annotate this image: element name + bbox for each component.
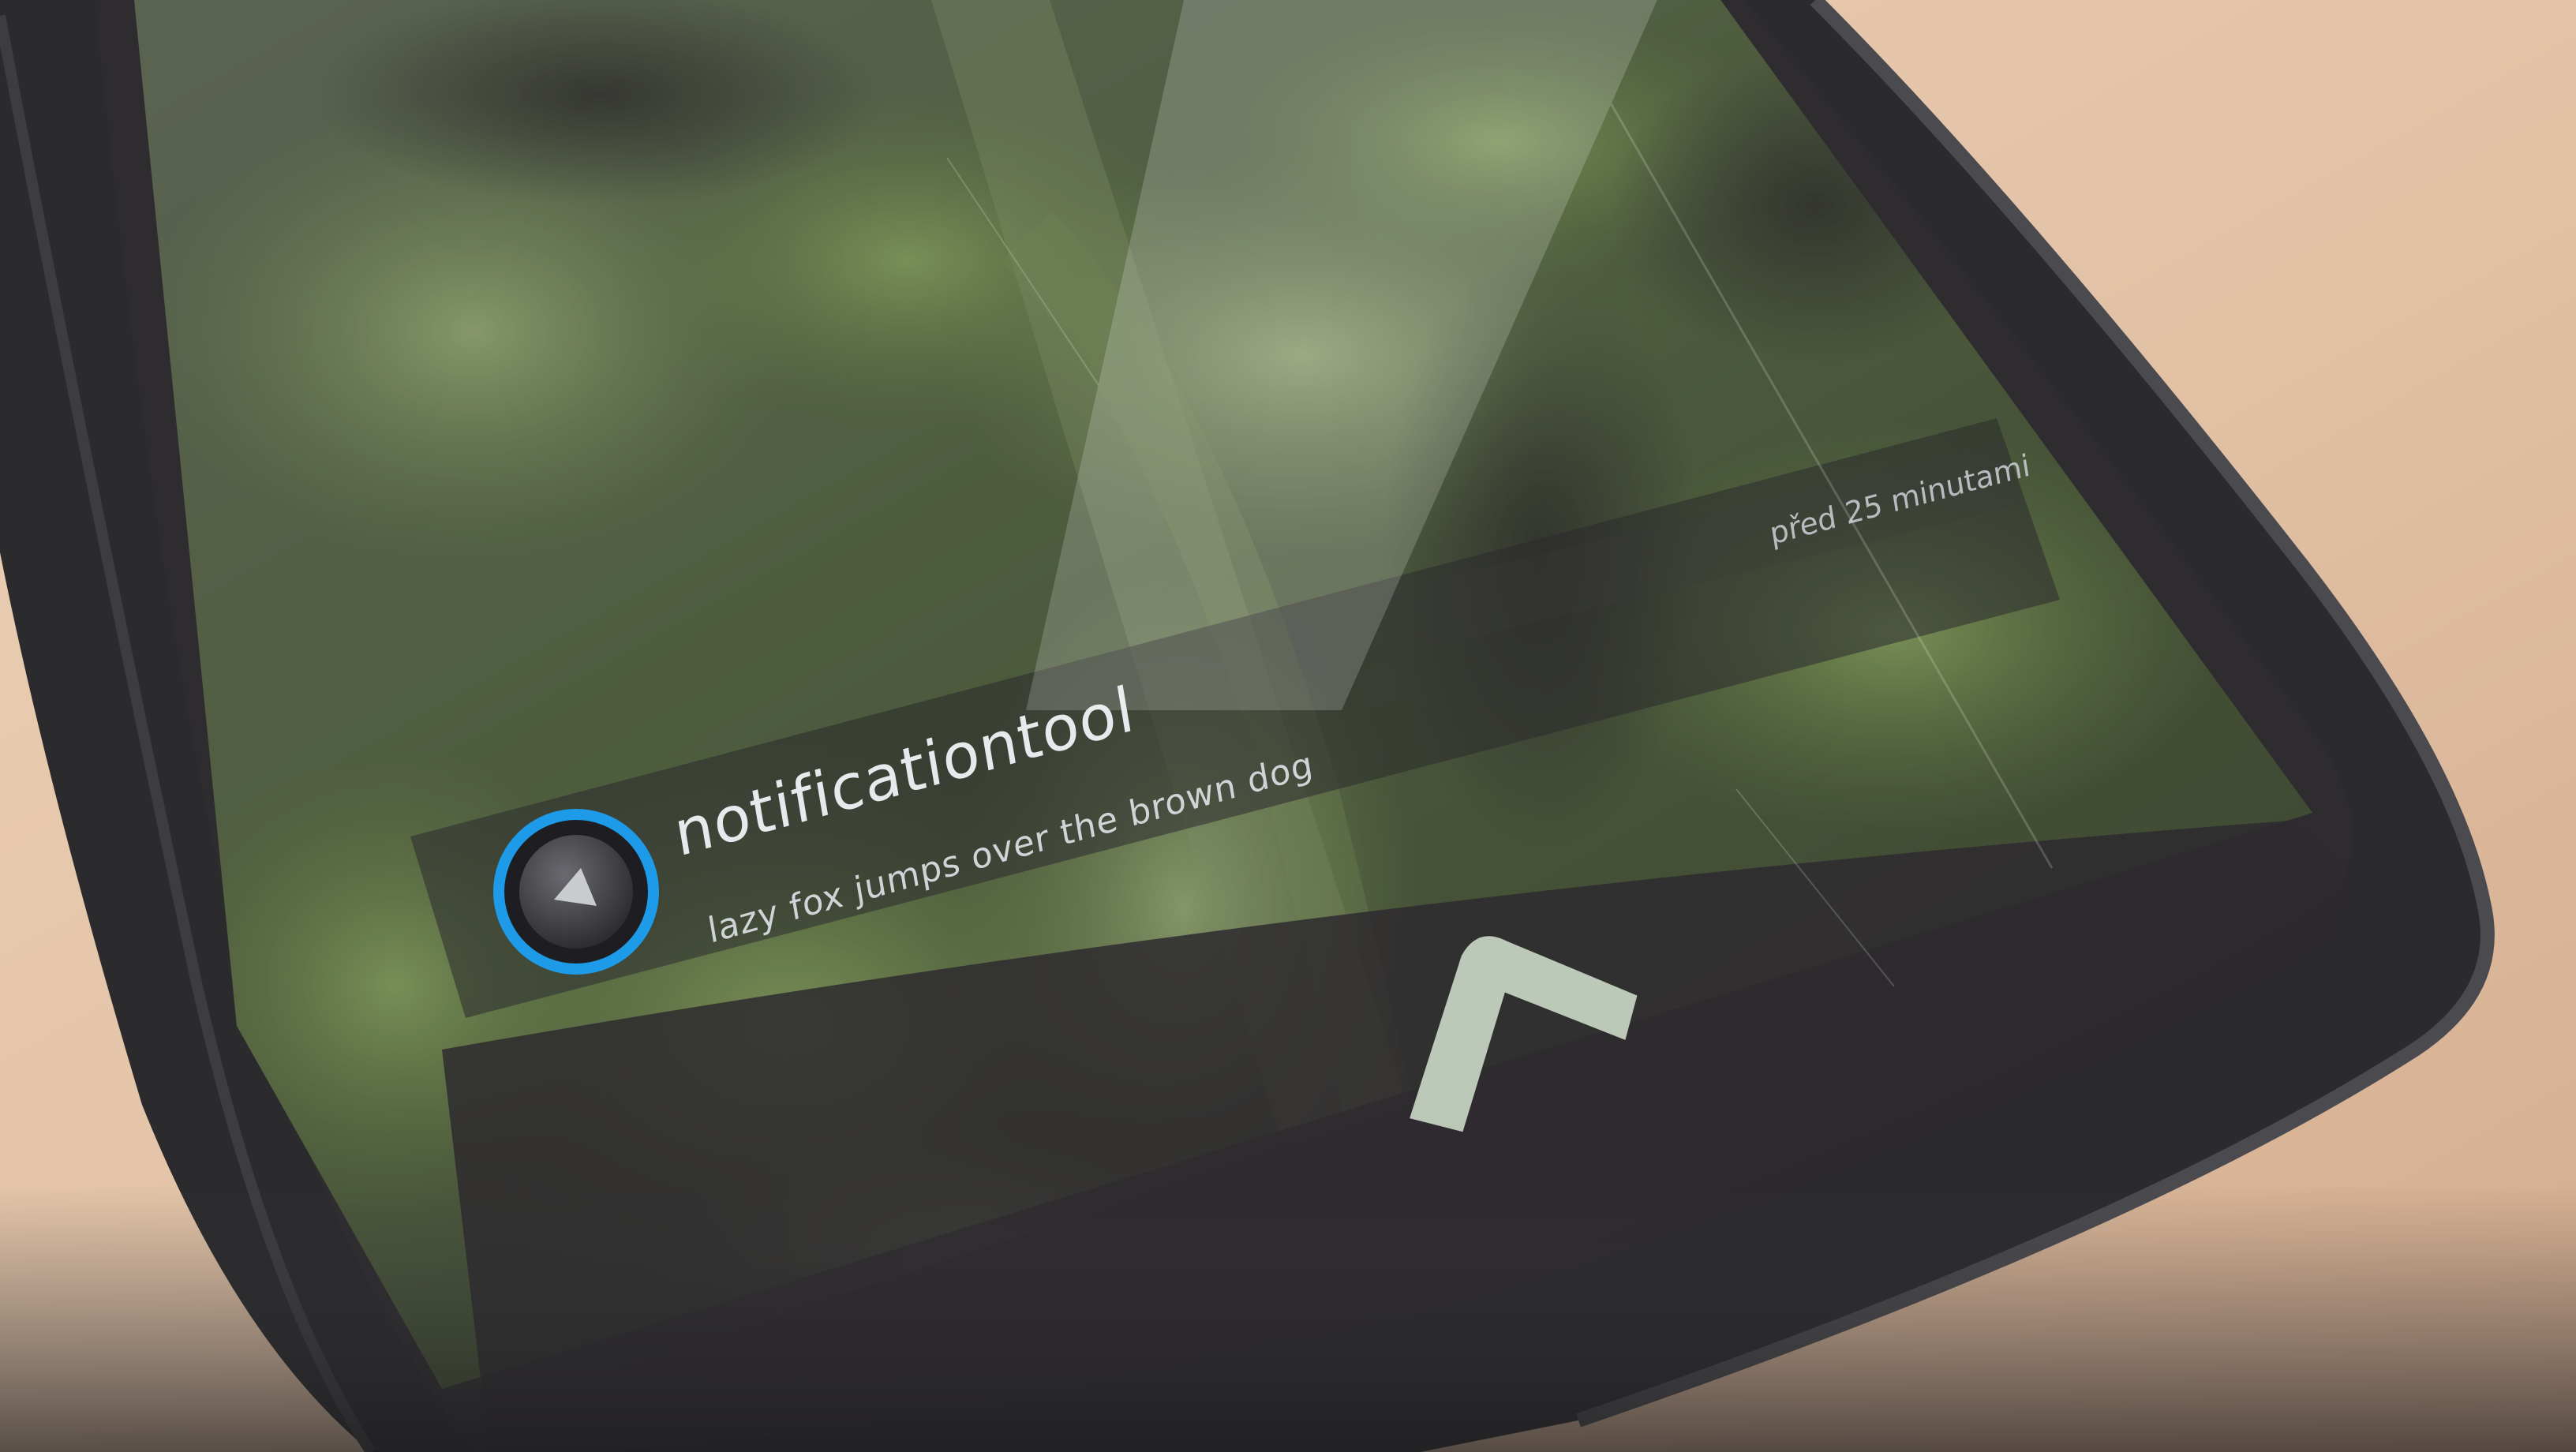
bottom-shade	[0, 1184, 2576, 1452]
app-circle-icon	[493, 809, 659, 975]
photo-scene: notificationtool lazy fox jumps over the…	[0, 0, 2576, 1452]
